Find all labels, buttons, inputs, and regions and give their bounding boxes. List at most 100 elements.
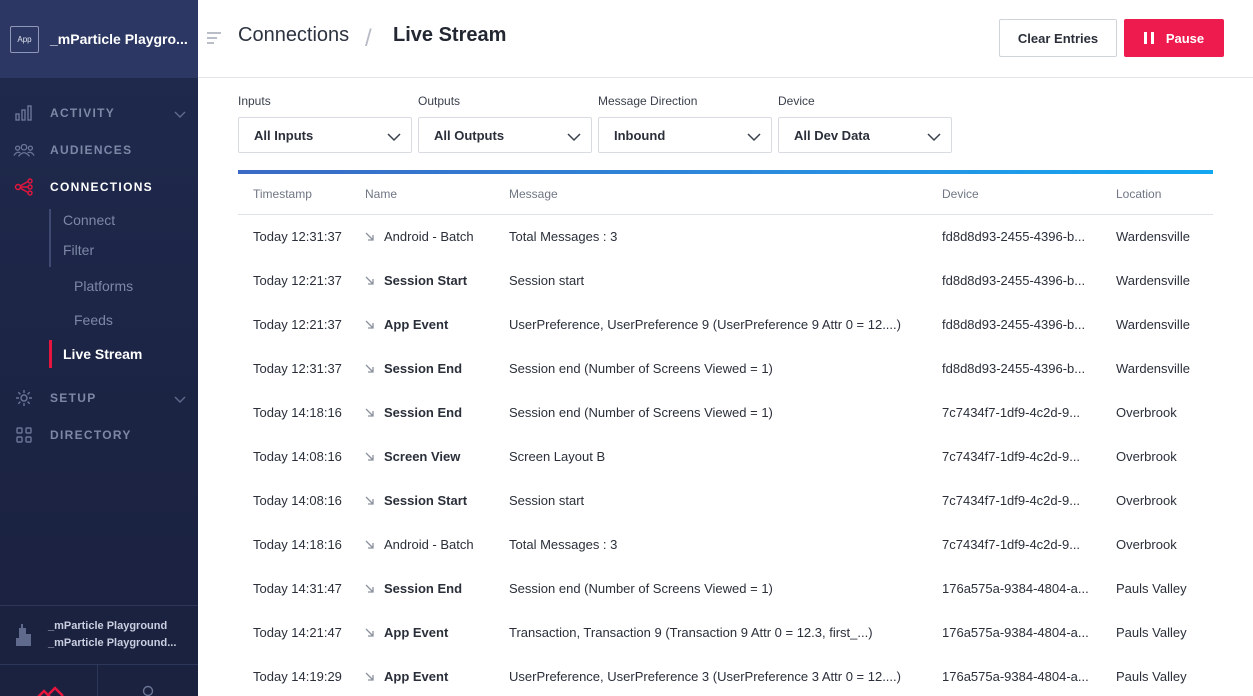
pause-icon [1143,32,1154,44]
connections-subnav: Connect Filter Platforms Feeds Live Stre… [49,205,198,371]
nav-directory[interactable]: DIRECTORY [0,416,198,453]
nav-activity[interactable]: ACTIVITY [0,94,198,131]
table-row[interactable]: Today 14:21:47 App Event Transaction, Tran… [238,611,1213,655]
clear-entries-button[interactable]: Clear Entries [999,19,1117,57]
cell-device: fd8d8d93-2455-4396-b... [942,361,1086,376]
table-row[interactable]: Today 14:19:29 App Event UserPreference, U… [238,655,1213,696]
subnav-filter[interactable]: Filter [49,235,198,265]
account-switcher[interactable]: _mParticle Playground _mParticle Playgro… [0,606,198,664]
nav-label: ACTIVITY [50,105,116,120]
inputs-select[interactable]: All Inputs [238,117,412,153]
subnav-line [49,209,51,267]
subnav-platforms[interactable]: Platforms [49,269,198,303]
device-select[interactable]: All Dev Data [778,117,952,153]
cell-timestamp: Today 14:31:47 [253,581,342,596]
event-name: Screen View [384,449,461,464]
column-header-name[interactable]: Name [365,187,397,201]
filter-label: Outputs [418,94,461,108]
cell-location: Overbrook [1116,537,1177,552]
filter-label: Inputs [238,94,271,108]
column-header-timestamp[interactable]: Timestamp [253,187,312,201]
nav-setup[interactable]: SETUP [0,379,198,416]
footer-divider [97,665,98,696]
cell-timestamp: Today 14:08:16 [253,493,342,508]
cell-name: App Event [365,669,448,684]
cell-location: Overbrook [1116,493,1177,508]
inbound-arrow-icon [365,320,376,330]
nav-label: CONNECTIONS [50,179,153,194]
table-row[interactable]: Today 14:18:16 Session End Session end (Nu… [238,391,1213,435]
cell-device: 176a575a-9384-4804-a... [942,581,1089,596]
table-row[interactable]: Today 12:31:37 Session End Session end (Nu… [238,347,1213,391]
filter-label: Message Direction [598,94,698,108]
column-header-location[interactable]: Location [1116,187,1161,201]
sidebar: App _mParticle Playgro... ACTIVITY AUDIE… [0,0,198,696]
page-title: Live Stream [393,24,507,46]
cell-location: Overbrook [1116,405,1177,420]
chevron-down-icon [387,130,401,145]
account-name: _mParticle Playground [48,620,168,632]
event-name: Session Start [384,493,468,508]
cell-name: Session End [365,581,462,596]
table-row[interactable]: Today 12:21:37 Session Start Session start… [238,259,1213,303]
cell-location: Pauls Valley [1116,581,1187,596]
chevron-down-icon [174,391,186,409]
nav-audiences[interactable]: AUDIENCES [0,131,198,168]
menu-toggle-icon[interactable] [206,31,222,50]
inbound-arrow-icon [365,496,376,506]
message-direction-select[interactable]: Inbound [598,117,772,153]
app-badge: App [10,25,39,53]
inbound-arrow-icon [365,364,376,374]
breadcrumb-connections[interactable]: Connections [238,24,349,47]
nav-label: AUDIENCES [50,142,133,157]
chevron-down-icon [567,130,581,145]
search-icon[interactable] [142,685,154,696]
cell-location: Wardensville [1116,273,1190,288]
cell-message: Session end (Number of Screens Viewed = … [509,405,773,420]
cell-name: Session Start [365,273,467,288]
cell-message: Session end (Number of Screens Viewed = … [509,581,773,596]
chevron-down-icon [174,106,186,124]
table-row[interactable]: Today 14:31:47 Session End Session end (Nu… [238,567,1213,611]
app-switcher[interactable]: App _mParticle Playgro... [0,0,198,78]
cell-timestamp: Today 12:21:37 [253,273,342,288]
cell-name: App Event [365,317,448,332]
inbound-arrow-icon [365,276,376,286]
cell-device: 7c7434f7-1df9-4c2d-9... [942,405,1081,420]
pause-button[interactable]: Pause [1124,19,1224,57]
live-stream-table: Timestamp Name Message Device Location T… [238,174,1213,696]
table-row[interactable]: Today 12:21:37 App Event UserPreference, U… [238,303,1213,347]
subnav-feeds[interactable]: Feeds [49,303,198,337]
page-header: Connections / Live Stream Clear Entries … [198,0,1253,78]
column-header-device[interactable]: Device [942,187,979,201]
table-row[interactable]: Today 14:08:16 Session Start Session start… [238,479,1213,523]
subnav-live-stream[interactable]: Live Stream [49,337,198,371]
cell-location: Pauls Valley [1116,625,1187,640]
connections-icon [13,177,35,196]
table-row[interactable]: Today 14:08:16 Screen View Screen Layout B… [238,435,1213,479]
nav-connections[interactable]: CONNECTIONS [0,168,198,205]
active-indicator [49,340,52,368]
inbound-arrow-icon [365,540,376,550]
nav-label: SETUP [50,390,97,405]
cell-device: 7c7434f7-1df9-4c2d-9... [942,449,1081,464]
subnav-connect[interactable]: Connect [49,205,198,235]
table-row[interactable]: Today 12:31:37 Android - Batch Total Messa… [238,215,1213,259]
logo-icon [35,685,65,696]
cell-name: Android - Batch [365,537,474,552]
building-icon [16,624,32,651]
event-name: App Event [384,625,449,640]
event-name: Session End [384,361,463,376]
main-nav: ACTIVITY AUDIENCES CONNECTIONS Connect F… [0,78,198,453]
grid-icon [13,426,35,444]
table-row[interactable]: Today 14:18:16 Android - Batch Total Messa… [238,523,1213,567]
app-name: _mParticle Playgro... [50,31,188,47]
column-header-message[interactable]: Message [509,187,558,201]
cell-location: Overbrook [1116,449,1177,464]
cell-location: Pauls Valley [1116,669,1187,684]
outputs-select[interactable]: All Outputs [418,117,592,153]
people-icon [13,141,35,159]
filter-message-direction: Message Direction Inbound [598,94,772,153]
chevron-down-icon [747,130,761,145]
cell-name: Session End [365,361,462,376]
